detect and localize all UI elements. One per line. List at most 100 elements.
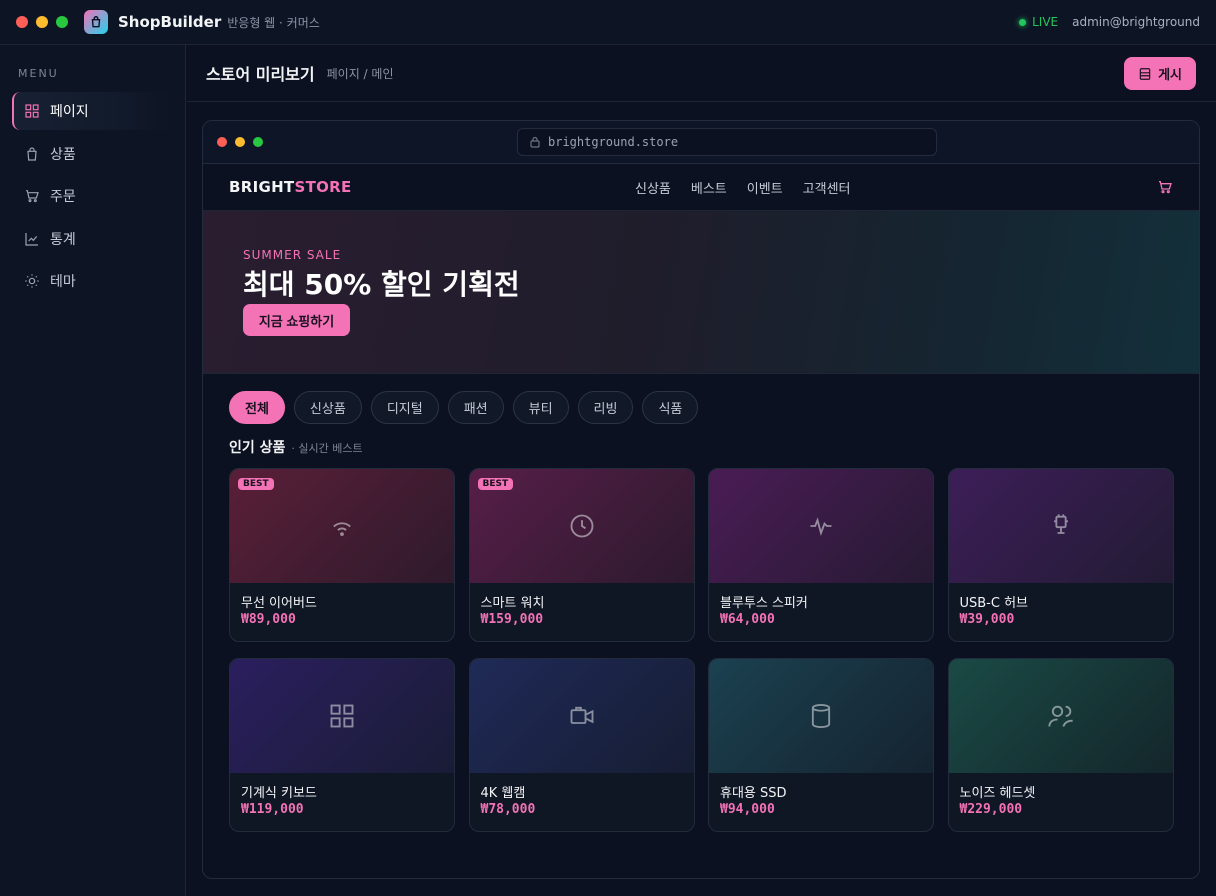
product-price: ₩94,000	[720, 802, 775, 817]
live-status: LIVE	[1019, 15, 1058, 29]
logo-part-store: STORE	[294, 178, 352, 196]
product-image: BEST	[230, 469, 454, 583]
store-logo[interactable]: BRIGHTSTORE	[229, 178, 352, 196]
chip-new[interactable]: 신상품	[293, 391, 362, 424]
chip-food[interactable]: 식품	[642, 391, 699, 424]
product-card[interactable]: USB-C 허브 ₩39,000	[947, 468, 1174, 642]
store-menu-event[interactable]: 이벤트	[747, 178, 783, 197]
chip-living[interactable]: 리빙	[577, 391, 634, 424]
product-card[interactable]: 기계식 키보드 ₩119,000	[229, 658, 455, 832]
product-image	[709, 469, 933, 583]
product-price: ₩78,000	[480, 802, 536, 817]
sidebar-item-products[interactable]: 상품	[12, 135, 174, 173]
sidebar-item-label: 주문	[50, 189, 76, 205]
app-name: ShopBuilder	[118, 13, 222, 31]
breadcrumb: 페이지 / 메인	[326, 66, 394, 81]
plug-icon	[1053, 514, 1068, 534]
grid-icon	[330, 704, 354, 728]
product-image: BEST	[469, 469, 694, 583]
camera-icon	[570, 706, 593, 724]
store-menu-support[interactable]: 고객센터	[803, 178, 851, 197]
store-menu-new[interactable]: 신상품	[635, 178, 671, 197]
grid-icon	[25, 104, 39, 118]
sun-icon	[25, 274, 39, 288]
product-card[interactable]: BEST 무선 이어버드 ₩89,000	[229, 468, 455, 642]
publish-icon	[1139, 67, 1151, 80]
section-header: 인기 상품 · 실시간 베스트	[229, 437, 363, 457]
product-grid: BEST 무선 이어버드 ₩89,000 BEST 스마트 워치 ₩159,00…	[229, 468, 1174, 832]
section-title: 인기 상품	[229, 440, 286, 456]
chip-digital[interactable]: 디지털	[370, 391, 439, 424]
url-text: brightground.store	[548, 135, 679, 149]
product-name: 노이즈 헤드셋	[959, 786, 1036, 801]
product-image	[948, 659, 1173, 773]
preview-window-controls	[217, 137, 263, 147]
user-account[interactable]: admin@brightground	[1072, 15, 1200, 29]
publish-button[interactable]: 게시	[1124, 57, 1196, 90]
app-subtitle: 반응형 웹 · 커머스	[227, 15, 320, 30]
product-name: 블루투스 스피커	[720, 596, 808, 611]
title-bar: ShopBuilder 반응형 웹 · 커머스 LIVE admin@brigh…	[0, 0, 1216, 45]
headset-icon	[1047, 705, 1073, 727]
product-name: 기계식 키보드	[241, 786, 317, 801]
pulse-icon	[810, 517, 832, 537]
store-menu-best[interactable]: 베스트	[691, 178, 727, 197]
page-title: 스토어 미리보기	[206, 65, 315, 84]
product-image	[948, 469, 1173, 583]
sidebar-item-orders[interactable]: 주문	[12, 177, 174, 215]
product-price: ₩64,000	[720, 612, 775, 627]
hero-title: 최대 50% 할인 기획전	[243, 268, 520, 301]
product-image	[230, 659, 454, 773]
product-image	[469, 659, 694, 773]
sidebar-item-label: 상품	[50, 146, 76, 163]
close-window-button[interactable]	[16, 16, 28, 28]
product-name: 스마트 워치	[480, 596, 545, 611]
preview-maximize-dot	[253, 137, 263, 147]
product-card[interactable]: 휴대용 SSD ₩94,000	[708, 658, 934, 832]
store-navbar: BRIGHTSTORE 신상품 베스트 이벤트 고객센터	[203, 164, 1199, 211]
preview-close-dot	[217, 137, 227, 147]
sidebar-item-pages[interactable]: 페이지	[12, 92, 174, 130]
hero-eyebrow: SUMMER SALE	[243, 248, 342, 262]
database-icon	[811, 703, 831, 729]
chip-all[interactable]: 전체	[229, 391, 285, 424]
best-badge: BEST	[477, 478, 514, 490]
product-name: 무선 이어버드	[241, 596, 317, 611]
shop-now-button[interactable]: 지금 쇼핑하기	[243, 304, 350, 336]
product-price: ₩89,000	[241, 612, 296, 627]
window-controls	[16, 16, 68, 28]
live-label: LIVE	[1032, 15, 1059, 29]
sidebar-nav: 페이지 상품 주문 통계 테마	[12, 92, 174, 305]
store-menu: 신상품 베스트 이벤트 고객센터	[635, 178, 851, 197]
lock-icon	[530, 136, 540, 148]
cart-icon	[26, 190, 39, 203]
minimize-window-button[interactable]	[36, 16, 48, 28]
sidebar-item-label: 페이지	[50, 104, 89, 120]
sidebar-item-label: 통계	[50, 231, 76, 248]
product-name: USB-C 허브	[959, 596, 1029, 611]
product-price: ₩229,000	[959, 802, 1023, 817]
url-bar[interactable]: brightground.store	[517, 128, 937, 156]
app-logo-icon	[84, 10, 108, 34]
sidebar-item-label: 테마	[50, 274, 76, 290]
cart-icon[interactable]	[1157, 179, 1173, 195]
chip-beauty[interactable]: 뷰티	[512, 391, 569, 424]
chart-icon	[25, 232, 38, 246]
sidebar-item-stats[interactable]: 통계	[12, 220, 174, 258]
logo-part-bright: BRIGHT	[229, 178, 295, 196]
sidebar-item-theme[interactable]: 테마	[12, 262, 174, 300]
maximize-window-button[interactable]	[56, 16, 68, 28]
product-card[interactable]: BEST 스마트 워치 ₩159,000	[468, 468, 695, 642]
product-name: 휴대용 SSD	[720, 786, 787, 801]
product-card[interactable]: 노이즈 헤드셋 ₩229,000	[947, 658, 1174, 832]
main-header: 스토어 미리보기 페이지 / 메인 게시	[187, 45, 1216, 102]
chip-fashion[interactable]: 패션	[447, 391, 504, 424]
live-dot-icon	[1019, 18, 1027, 26]
product-card[interactable]: 블루투스 스피커 ₩64,000	[708, 468, 934, 642]
store-preview-frame: brightground.store BRIGHTSTORE 신상품 베스트 이…	[202, 120, 1200, 879]
best-badge: BEST	[238, 478, 274, 490]
hero-banner: SUMMER SALE 최대 50% 할인 기획전 지금 쇼핑하기	[203, 211, 1199, 374]
product-card[interactable]: 4K 웹캠 ₩78,000	[468, 658, 695, 832]
section-subtitle: · 실시간 베스트	[291, 442, 363, 455]
product-price: ₩159,000	[480, 612, 544, 627]
